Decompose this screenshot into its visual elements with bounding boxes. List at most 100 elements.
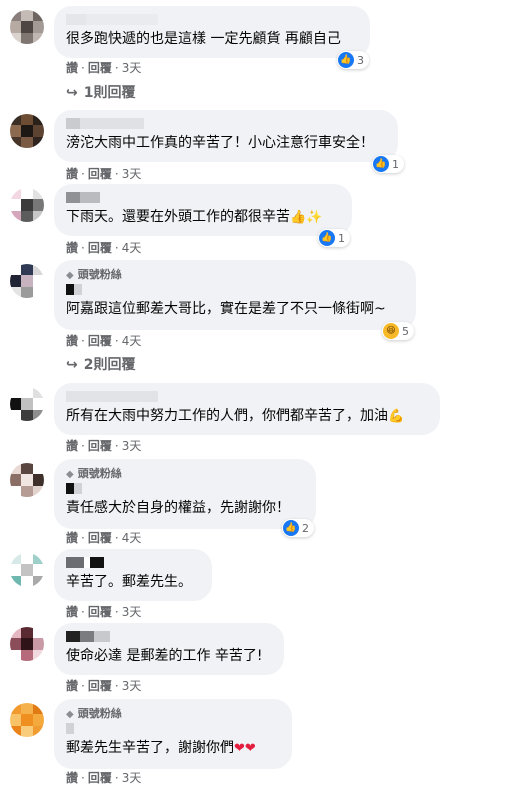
comment-text: 阿嘉跟這位郵差大哥比，實在是差了不只一條街啊~ bbox=[66, 301, 386, 317]
comment-text: 所有在大雨中努力工作的人們，你們都辛苦了，加油💪 bbox=[66, 408, 405, 424]
comment-bubble: 下雨天。還要在外頭工作的都很辛苦👍✨ bbox=[54, 184, 352, 236]
reply-button[interactable]: 回覆 bbox=[88, 679, 112, 693]
comment-actions: 讚 · 回覆 · 4天 bbox=[66, 531, 142, 545]
reply-arrow-icon: ↪ bbox=[66, 85, 78, 101]
like-button[interactable]: 讚 bbox=[66, 439, 78, 453]
reaction-count: 3 bbox=[357, 53, 364, 67]
reply-button[interactable]: 回覆 bbox=[88, 605, 112, 619]
timestamp[interactable]: 4天 bbox=[122, 241, 142, 255]
like-button[interactable]: 讚 bbox=[66, 61, 78, 75]
reaction-badge[interactable]: 👍 1 bbox=[318, 229, 350, 247]
like-button[interactable]: 讚 bbox=[66, 167, 78, 181]
like-icon: 👍 bbox=[373, 156, 389, 172]
comment-actions: 讚 · 回覆 · 4天 bbox=[66, 241, 142, 255]
timestamp[interactable]: 3天 bbox=[122, 605, 142, 619]
reaction-badge[interactable]: 👍 1 bbox=[372, 155, 404, 173]
commenter-name[interactable] bbox=[66, 631, 272, 643]
reaction-badge[interactable]: 👍 3 bbox=[337, 51, 369, 69]
reply-button[interactable]: 回覆 bbox=[88, 771, 112, 785]
commenter-name[interactable] bbox=[66, 14, 358, 26]
like-button[interactable]: 讚 bbox=[66, 241, 78, 255]
reply-button[interactable]: 回覆 bbox=[88, 531, 112, 545]
top-fan-badge: ◆ 頭號粉絲 bbox=[66, 268, 122, 281]
comment-bubble: 使命必達 是郵差的工作 辛苦了! bbox=[54, 623, 284, 675]
like-icon: 👍 bbox=[319, 230, 335, 246]
comment-bubble: 滂沱大雨中工作真的辛苦了！小心注意行車安全！ bbox=[54, 110, 398, 162]
reply-button[interactable]: 回覆 bbox=[88, 241, 112, 255]
commenter-name[interactable] bbox=[66, 118, 386, 130]
reaction-badge[interactable]: 😆 5 bbox=[382, 322, 414, 340]
comment-bubble: ◆ 頭號粉絲 阿嘉跟這位郵差大哥比，實在是差了不只一條街啊~ bbox=[54, 260, 416, 330]
comment-actions: 讚 · 回覆 · 3天 bbox=[66, 771, 142, 785]
reaction-count: 5 bbox=[402, 324, 409, 338]
like-button[interactable]: 讚 bbox=[66, 531, 78, 545]
avatar[interactable] bbox=[10, 264, 44, 298]
comment-text: 責任感大於自身的權益，先謝謝你！ bbox=[66, 500, 290, 516]
comment-bubble: ◆ 頭號粉絲 郵差先生辛苦了，謝謝你們❤❤ bbox=[54, 699, 292, 769]
like-icon: 👍 bbox=[338, 52, 354, 68]
diamond-icon: ◆ bbox=[66, 709, 74, 720]
avatar[interactable] bbox=[10, 553, 44, 587]
view-replies-link[interactable]: ↪ 1則回覆 bbox=[66, 82, 135, 102]
like-icon: 👍 bbox=[283, 520, 299, 536]
timestamp[interactable]: 3天 bbox=[122, 167, 142, 181]
reaction-count: 2 bbox=[302, 521, 309, 535]
comment-text: 使命必達 是郵差的工作 辛苦了! bbox=[66, 648, 263, 664]
comment-bubble: 所有在大雨中努力工作的人們，你們都辛苦了，加油💪 bbox=[54, 383, 440, 435]
comment-actions: 讚 · 回覆 · 3天 bbox=[66, 61, 142, 75]
comment-actions: 讚 · 回覆 · 3天 bbox=[66, 605, 142, 619]
comment-text: 很多跑快遞的也是這樣 一定先顧貨 再顧自己 bbox=[66, 31, 341, 47]
commenter-name[interactable] bbox=[66, 192, 340, 204]
comment-actions: 讚 · 回覆 · 3天 bbox=[66, 679, 142, 693]
hearts-emoji: ❤❤ bbox=[234, 741, 256, 756]
comment-actions: 讚 · 回覆 · 3天 bbox=[66, 439, 142, 453]
avatar[interactable] bbox=[10, 114, 44, 148]
comment-text: 郵差先生辛苦了，謝謝你們❤❤ bbox=[66, 740, 256, 756]
comment-text: 下雨天。還要在外頭工作的都很辛苦👍✨ bbox=[66, 209, 323, 225]
reply-button[interactable]: 回覆 bbox=[88, 334, 112, 348]
comment-bubble: 很多跑快遞的也是這樣 一定先顧貨 再顧自己 bbox=[54, 6, 370, 58]
haha-icon: 😆 bbox=[383, 323, 399, 339]
diamond-icon: ◆ bbox=[66, 270, 74, 281]
commenter-name[interactable] bbox=[66, 284, 404, 296]
comment-actions: 讚 · 回覆 · 3天 bbox=[66, 167, 142, 181]
commenter-name[interactable] bbox=[66, 557, 200, 569]
reaction-count: 1 bbox=[338, 231, 345, 245]
timestamp[interactable]: 4天 bbox=[122, 334, 142, 348]
reaction-count: 1 bbox=[392, 157, 399, 171]
comment-bubble: ◆ 頭號粉絲 責任感大於自身的權益，先謝謝你！ bbox=[54, 459, 316, 529]
reply-button[interactable]: 回覆 bbox=[88, 439, 112, 453]
avatar[interactable] bbox=[10, 188, 44, 222]
like-button[interactable]: 讚 bbox=[66, 334, 78, 348]
like-button[interactable]: 讚 bbox=[66, 679, 78, 693]
comment-bubble: 辛苦了。郵差先生。 bbox=[54, 549, 212, 601]
comment-text: 滂沱大雨中工作真的辛苦了！小心注意行車安全！ bbox=[66, 135, 374, 151]
avatar[interactable] bbox=[10, 10, 44, 44]
thumbs-sparkle-emoji: 👍✨ bbox=[290, 210, 323, 225]
commenter-name[interactable] bbox=[66, 391, 428, 403]
top-fan-badge: ◆ 頭號粉絲 bbox=[66, 467, 122, 480]
avatar[interactable] bbox=[10, 463, 44, 497]
avatar[interactable] bbox=[10, 387, 44, 421]
commenter-name[interactable] bbox=[66, 723, 280, 735]
timestamp[interactable]: 3天 bbox=[122, 679, 142, 693]
like-button[interactable]: 讚 bbox=[66, 771, 78, 785]
timestamp[interactable]: 3天 bbox=[122, 61, 142, 75]
commenter-name[interactable] bbox=[66, 483, 304, 495]
timestamp[interactable]: 3天 bbox=[122, 771, 142, 785]
comment-actions: 讚 · 回覆 · 4天 bbox=[66, 334, 142, 348]
like-button[interactable]: 讚 bbox=[66, 605, 78, 619]
view-replies-link[interactable]: ↪ 2則回覆 bbox=[66, 354, 135, 374]
muscle-emoji: 💪 bbox=[388, 409, 405, 424]
avatar[interactable] bbox=[10, 627, 44, 661]
avatar[interactable] bbox=[10, 703, 44, 737]
top-fan-badge: ◆ 頭號粉絲 bbox=[66, 707, 122, 720]
comment-text: 辛苦了。郵差先生。 bbox=[66, 574, 192, 590]
reaction-badge[interactable]: 👍 2 bbox=[282, 519, 314, 537]
timestamp[interactable]: 4天 bbox=[122, 531, 142, 545]
timestamp[interactable]: 3天 bbox=[122, 439, 142, 453]
reply-button[interactable]: 回覆 bbox=[88, 167, 112, 181]
reply-arrow-icon: ↪ bbox=[66, 357, 78, 373]
reply-button[interactable]: 回覆 bbox=[88, 61, 112, 75]
diamond-icon: ◆ bbox=[66, 469, 74, 480]
